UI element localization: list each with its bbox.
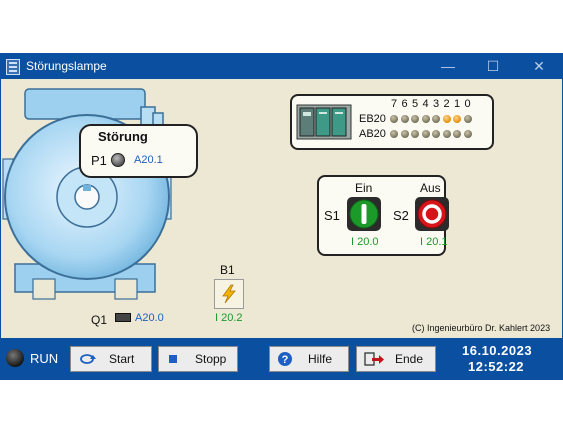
q1-label: Q1 <box>91 313 108 327</box>
time-display: 12:52:22 <box>468 359 525 374</box>
plc-module-icon <box>296 104 352 140</box>
lightning-icon <box>222 284 236 304</box>
start-label: Start <box>109 352 135 366</box>
run-label: RUN <box>30 351 59 366</box>
bit-label-2: 2 <box>443 98 450 110</box>
minimize-icon[interactable]: — <box>433 56 463 76</box>
power-on-icon <box>349 199 379 229</box>
exit-button[interactable]: Ende <box>356 346 436 372</box>
s1-label: S1 <box>324 208 340 223</box>
bit-label-7: 7 <box>390 98 398 110</box>
aus-label: Aus <box>420 181 441 195</box>
b1-label: B1 <box>220 263 235 277</box>
bit-label-6: 6 <box>401 98 408 110</box>
q1-address: A20.0 <box>135 312 164 324</box>
ab20-led-5 <box>411 130 419 138</box>
loop-arrows-icon <box>80 354 96 364</box>
maximize-icon[interactable]: ☐ <box>478 56 508 76</box>
ab20-led-4 <box>421 130 430 138</box>
date-display: 16.10.2023 <box>462 343 533 358</box>
eb20-led-5 <box>411 115 419 123</box>
stop-button[interactable]: Stopp <box>158 346 238 372</box>
eb20-led-1 <box>453 115 461 123</box>
eb20-led-7 <box>390 115 398 123</box>
power-off-icon <box>417 199 447 229</box>
eb20-led-0 <box>463 115 472 123</box>
bit-label-4: 4 <box>422 98 429 110</box>
toolbar: RUN Start Stopp ? Hilfe Ende 16.10.2023 … <box>0 338 563 380</box>
bit-label-3: 3 <box>432 98 440 110</box>
fault-sensor-button[interactable] <box>214 279 244 309</box>
stop-icon <box>169 355 177 363</box>
app-window: Störungslampe — ☐ ✕ Störung P1 A20.1 Q1 … <box>0 53 563 380</box>
help-label: Hilfe <box>308 352 333 366</box>
eb20-led-3 <box>432 115 440 123</box>
p1-address: A20.1 <box>134 154 163 166</box>
simulation-panel: Störung P1 A20.1 Q1 A20.0 B1 I 20.2 7 6 … <box>1 79 562 338</box>
eb20-label: EB20 <box>359 113 386 125</box>
ab20-led-2 <box>442 130 451 138</box>
bit-label-5: 5 <box>411 98 419 110</box>
s2-address: I 20.1 <box>420 236 448 248</box>
eb20-led-2 <box>442 115 451 123</box>
bit-label-0: 0 <box>464 98 471 110</box>
eb20-led-6 <box>400 115 409 123</box>
contactor-indicator <box>115 313 131 322</box>
ab20-led-0 <box>463 130 472 138</box>
b1-address: I 20.2 <box>215 312 243 324</box>
help-button[interactable]: ? Hilfe <box>269 346 349 372</box>
copyright-text: (C) Ingenieurbüro Dr. Kahlert 2023 <box>412 323 551 333</box>
bit-label-1: 1 <box>453 98 461 110</box>
run-indicator-icon <box>6 349 24 367</box>
switch-panel: Ein Aus S1 S2 I 20.0 I 20.1 <box>317 175 449 256</box>
stop-label: Stopp <box>195 352 227 366</box>
motor-icon <box>2 88 172 300</box>
ein-label: Ein <box>355 181 373 195</box>
ab20-led-3 <box>432 130 440 138</box>
ab20-led-6 <box>400 130 409 138</box>
ab20-led-1 <box>453 130 461 138</box>
title-bar: Störungslampe — ☐ ✕ <box>0 53 563 79</box>
exit-door-icon <box>364 352 384 366</box>
eb20-led-4 <box>421 115 430 123</box>
svg-text:?: ? <box>282 354 289 366</box>
help-icon: ? <box>278 352 292 366</box>
plc-panel: 76543210 EB20 AB20 <box>290 94 494 150</box>
close-icon[interactable]: ✕ <box>524 56 554 76</box>
window-title: Störungslampe <box>26 59 107 73</box>
on-switch-button[interactable] <box>347 197 381 231</box>
s1-address: I 20.0 <box>351 236 379 248</box>
s2-label: S2 <box>393 208 409 223</box>
fault-card: Störung P1 A20.1 <box>79 124 198 178</box>
exit-label: Ende <box>395 352 424 366</box>
p1-label: P1 <box>91 153 107 168</box>
fault-lamp <box>111 153 125 167</box>
off-switch-button[interactable] <box>415 197 449 231</box>
ab20-label: AB20 <box>359 128 386 140</box>
fault-title: Störung <box>98 129 148 144</box>
ab20-led-7 <box>390 130 398 138</box>
start-button[interactable]: Start <box>70 346 152 372</box>
app-icon <box>6 59 20 75</box>
